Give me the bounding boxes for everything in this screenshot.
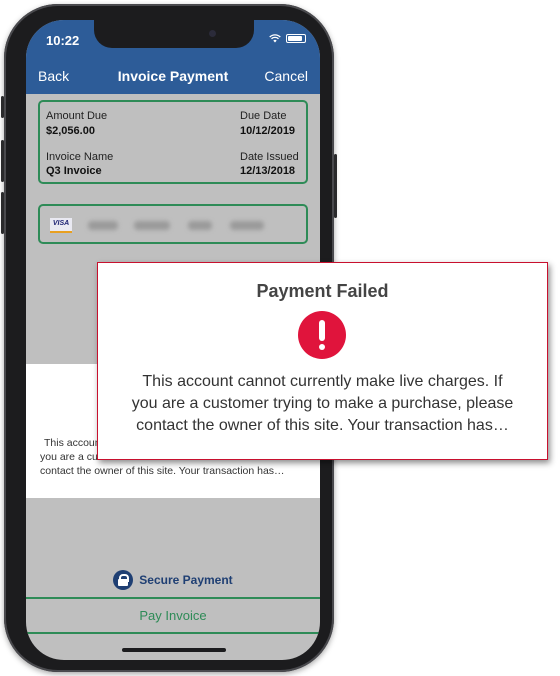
- secure-payment-badge: Secure Payment: [26, 568, 320, 592]
- invoice-name-label: Invoice Name: [46, 151, 114, 163]
- volume-up-button: [1, 140, 4, 182]
- due-date-label: Due Date: [240, 110, 287, 122]
- status-icons: [269, 34, 306, 43]
- due-date-value: 10/12/2019: [240, 125, 296, 137]
- status-time: 10:22: [46, 33, 80, 48]
- invoice-summary-card: Amount Due $2,056.00 Due Date 10/12/2019…: [38, 100, 308, 184]
- navigation-bar: 10:22 Back Invoice Payment Cancel: [26, 20, 320, 94]
- amount-due-label: Amount Due: [46, 110, 108, 122]
- wifi-icon: [269, 34, 281, 43]
- sheet-text-line: contact the owner of this site. Your tra…: [40, 465, 285, 477]
- callout-message-line: This account cannot currently make live …: [142, 373, 503, 390]
- alert-icon: [298, 311, 346, 359]
- lock-icon: [113, 570, 134, 590]
- battery-icon: [286, 34, 306, 43]
- card-cvc-blurred: [230, 221, 264, 230]
- volume-down-button: [1, 192, 4, 234]
- payment-card-row[interactable]: VISA: [38, 204, 308, 244]
- callout-message-line: you are a customer trying to make a purc…: [131, 395, 514, 412]
- divider: [26, 632, 320, 634]
- card-expiry-blurred: [188, 221, 212, 230]
- invoice-name-value: Q3 Invoice: [46, 165, 102, 177]
- amount-due-value: $2,056.00: [46, 125, 95, 137]
- cancel-button[interactable]: Cancel: [264, 68, 308, 84]
- secure-payment-label: Secure Payment: [139, 573, 233, 587]
- pay-invoice-button[interactable]: Pay Invoice: [26, 600, 320, 632]
- front-camera: [209, 30, 216, 37]
- callout-message: This account cannot currently make live …: [98, 371, 547, 437]
- card-number-blurred: [134, 221, 170, 230]
- date-issued-label: Date Issued: [240, 151, 299, 163]
- home-indicator: [122, 648, 226, 652]
- silent-switch: [1, 96, 4, 118]
- power-button: [334, 154, 337, 218]
- callout-title: Payment Failed: [256, 281, 389, 301]
- callout-message-line: contact the owner of this site. Your tra…: [136, 417, 509, 434]
- notch: [94, 20, 254, 48]
- date-issued-value: 12/13/2018: [240, 165, 296, 177]
- visa-card-icon: VISA: [50, 218, 72, 233]
- divider: [26, 597, 320, 599]
- card-number-blurred: [88, 221, 118, 230]
- payment-failed-callout: Payment Failed This account cannot curre…: [97, 262, 548, 460]
